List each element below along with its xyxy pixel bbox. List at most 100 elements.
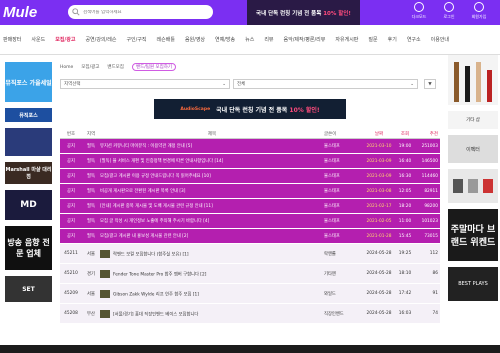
col-header-views[interactable]: 조회 [394, 131, 416, 137]
col-header-no[interactable]: 번호 [60, 131, 82, 137]
nav-item[interactable]: 연예/방송 [215, 36, 235, 43]
search-input[interactable] [83, 9, 203, 15]
row-title[interactable]: [안내] 게시판 중복 게시물 및 도배 게시물 관련 규정 안내 [11] [100, 203, 324, 209]
notice-row[interactable]: 공지 필독 [필독] 뮬 서비스 개편 및 인증정책 변경에 따른 안내사항입니… [60, 154, 440, 169]
left-ad[interactable]: 방송 음향 전문 업체 [5, 226, 52, 270]
notice-row[interactable]: 공지 필독 모집/광고 게시판 내 홍보성 게시물 관련 안내 [2] 뮬스태프… [60, 229, 440, 244]
nav-item[interactable]: 자유게시판 [335, 36, 358, 43]
nav-item[interactable]: 구인/구직 [126, 36, 146, 43]
write-post-tag[interactable]: 밴드/팀원 모집하기 [131, 63, 177, 71]
col-header-likes[interactable]: 추천 [416, 131, 438, 137]
row-cat: 부산 [87, 311, 95, 317]
category-select[interactable]: 지역선택 ⌄ [60, 79, 230, 89]
nav-item[interactable]: 음원/영상 [185, 36, 205, 43]
left-ad[interactable]: Marshall 마샬 대리점 [5, 162, 52, 184]
row-author[interactable]: 와일드 [324, 291, 364, 297]
row-author[interactable]: 직장인밴드 [324, 311, 364, 317]
top-bar: Mule 국내 단독 런칭 기념 전 품목 10% 할인! 다크모드 로그인 회… [0, 0, 500, 25]
row-no: 공지 [67, 174, 75, 179]
breadcrumb-home[interactable]: Home [60, 65, 73, 70]
col-header-author[interactable]: 글쓴이 [324, 131, 364, 137]
row-title[interactable]: 모집 글 작성 시 개인정보 노출에 주의해 주시기 바랍니다 [4] [100, 218, 324, 224]
notice-row[interactable]: 공지 필독 모집 글 작성 시 개인정보 노출에 주의해 주시기 바랍니다 [4… [60, 214, 440, 229]
search-box[interactable] [68, 5, 213, 19]
row-views: 98200 [424, 203, 438, 209]
signup-button[interactable]: 회원가입 [468, 2, 490, 20]
left-ad[interactable]: MD [5, 190, 52, 220]
nav-item[interactable]: 레슨배틀 [157, 36, 175, 43]
region-select[interactable]: 전체 ⌄ [233, 79, 418, 89]
top-banner-ad[interactable]: 국내 단독 런칭 기념 전 품목 10% 할인! [247, 0, 360, 25]
left-ad[interactable]: SET [5, 276, 52, 302]
left-ad[interactable]: 뮤직포스 [5, 108, 52, 122]
row-author[interactable]: 뮬스태프 [324, 233, 364, 239]
login-button[interactable]: 로그인 [438, 2, 460, 20]
left-ad[interactable]: 뮤직포스 가을세일 [5, 62, 52, 102]
row-title[interactable]: 비공개 게시판으로 전환된 게시판 목록 안내 [3] [100, 188, 324, 194]
right-ad[interactable]: 이펙터 [448, 135, 498, 163]
nav-item[interactable]: 공연/강의/레슨 [85, 36, 116, 43]
notice-row[interactable]: 공지 필독 비공개 게시판으로 전환된 게시판 목록 안내 [3] 뮬스태프 2… [60, 184, 440, 199]
breadcrumb-item[interactable]: 모집/광고 [81, 64, 99, 70]
row-title[interactable]: [필독] 뮬 서비스 개편 및 인증정책 변경에 따른 안내사항입니다 [14] [100, 158, 324, 164]
nav-item[interactable]: 질문 [368, 36, 377, 43]
row-time: 18:10 [398, 271, 412, 276]
row-author[interactable]: 뮬스태프 [324, 218, 364, 224]
taskbar [0, 345, 500, 353]
row-title[interactable]: 모집/광고 게시판 이용 규정 안내드립니다 꼭 읽어주세요 [10] [100, 173, 324, 179]
notice-row[interactable]: 공지 필독 뮤지션 커뮤니티 마이뮤직 : 이용약관 개정 안내 [5] 뮬스태… [60, 139, 440, 154]
row-author[interactable]: 뮬스태프 [324, 173, 364, 179]
nav-item[interactable]: 판매장터 [3, 36, 21, 43]
row-views: 251003 [421, 143, 438, 149]
row-no: 공지 [67, 189, 75, 194]
right-ad[interactable]: 주말마다 브랜드 위켄드 [448, 209, 498, 261]
row-author[interactable]: 뮬스태프 [324, 188, 364, 194]
col-header-title[interactable]: 제목 [100, 131, 324, 137]
row-author[interactable]: 기타맨 [324, 271, 364, 277]
dark-mode-button[interactable]: 다크모드 [408, 2, 430, 20]
col-header-date[interactable]: 날짜 [364, 131, 394, 137]
row-author[interactable]: 뮬스태프 [324, 143, 364, 149]
left-ad-flag[interactable] [5, 128, 52, 156]
nav-item[interactable]: 연구소 [407, 36, 421, 43]
search-icon[interactable] [72, 8, 80, 16]
notice-row[interactable]: 공지 필독 모집/광고 게시판 이용 규정 안내드립니다 꼭 읽어주세요 [10… [60, 169, 440, 184]
nav-item[interactable]: 후기 [388, 36, 397, 43]
nav-item[interactable]: 사운드 [31, 36, 45, 43]
row-title[interactable]: 뮤지션 커뮤니티 마이뮤직 : 이용약관 개정 안내 [5] [100, 143, 324, 149]
row-title[interactable]: 락밴드 보컬 모집합니다 (합주실 보유) [1] [100, 249, 324, 258]
right-ad-guitars[interactable] [448, 55, 498, 105]
nav-item[interactable]: 뉴스 [245, 36, 254, 43]
right-ad[interactable]: 기타 샵 [448, 111, 498, 129]
breadcrumb-item[interactable]: 밴드모집 [107, 64, 124, 70]
site-logo[interactable]: Mule [3, 4, 37, 21]
row-title[interactable]: [서울/경기] 홍대 직장인밴드 베이스 모집합니다 [100, 309, 324, 318]
row-views: 74 [432, 311, 438, 316]
post-thumbnail [100, 249, 110, 258]
nav-item[interactable]: 음악/제작/평론/리뷰 [284, 36, 326, 43]
col-header-region[interactable]: 지역 [82, 131, 100, 137]
notice-row[interactable]: 공지 필독 [안내] 게시판 중복 게시물 및 도배 게시물 관련 규정 안내 … [60, 199, 440, 214]
row-title[interactable]: 모집/광고 게시판 내 홍보성 게시물 관련 안내 [2] [100, 233, 324, 239]
nav-item[interactable]: 리뷰 [264, 36, 273, 43]
table-row[interactable]: 45209 서울 Gibson Zakk Wylde 리프 연주 합주 모집 [… [60, 284, 440, 304]
inline-banner-brand: AudioScape [180, 106, 211, 112]
table-row[interactable]: 45208 부산 [서울/경기] 홍대 직장인밴드 베이스 모집합니다 직장인밴… [60, 304, 440, 324]
row-author[interactable]: 뮬스태프 [324, 158, 364, 164]
row-title-text: Fender Tone Master Pro 합주 멤버 구합니다 [2] [113, 272, 207, 277]
filter-icon[interactable]: ▼ [424, 79, 436, 89]
nav-item-active[interactable]: 모집/광고 [55, 36, 75, 43]
right-ad-pedals[interactable] [448, 169, 498, 203]
row-author[interactable]: 락앤롤 [324, 251, 364, 257]
row-title[interactable]: Fender Tone Master Pro 합주 멤버 구합니다 [2] [100, 269, 324, 278]
row-author[interactable]: 뮬스태프 [324, 203, 364, 209]
table-row[interactable]: 45211 서울 락밴드 보컬 모집합니다 (합주실 보유) [1] 락앤롤 2… [60, 244, 440, 264]
row-date: 2021-03-10 [366, 143, 392, 149]
row-cat: 경기 [87, 271, 95, 277]
table-row[interactable]: 45210 경기 Fender Tone Master Pro 합주 멤버 구합… [60, 264, 440, 284]
nav-item[interactable]: 이용안내 [431, 36, 449, 43]
right-ad[interactable]: BEST PLAYS [448, 267, 498, 301]
row-cat: 필독 [87, 204, 95, 209]
row-title[interactable]: Gibson Zakk Wylde 리프 연주 합주 모집 [1] [100, 289, 324, 298]
inline-banner-ad[interactable]: AudioScape 국내 단독 런칭 기념 전 품목 10% 할인! [154, 99, 346, 119]
